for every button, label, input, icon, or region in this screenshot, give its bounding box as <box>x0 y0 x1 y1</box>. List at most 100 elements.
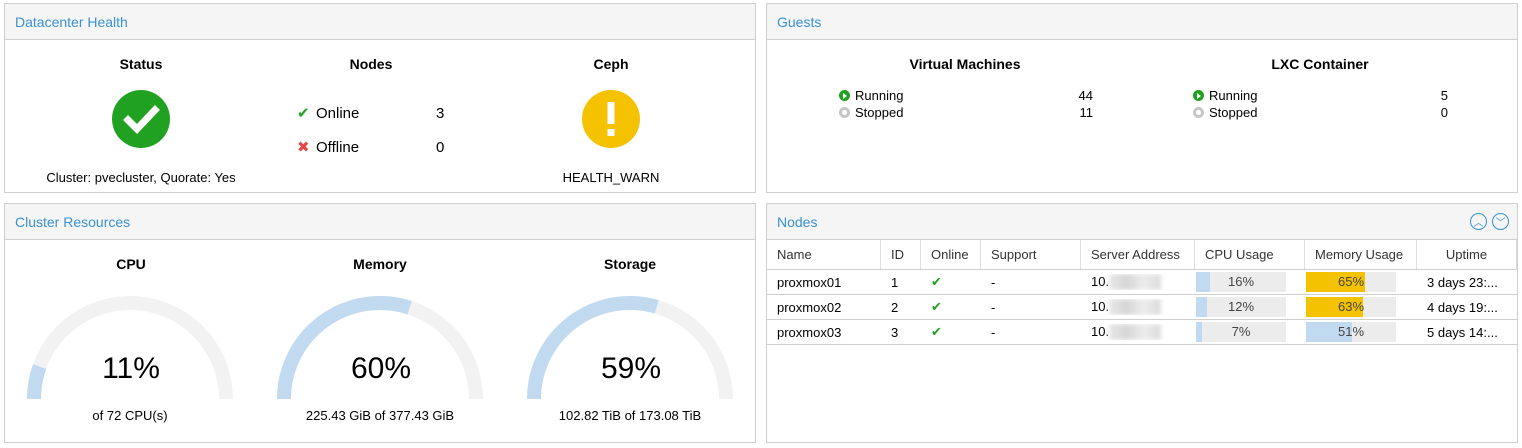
cpu-usage-text: 12% <box>1227 299 1255 314</box>
cpu-usage-cell: 16% <box>1195 272 1305 292</box>
cpu-gauge-value: 11% <box>102 352 160 385</box>
offline-count: 0 <box>436 138 445 156</box>
node-address-text: 10. <box>1091 323 1110 339</box>
online-count: 3 <box>436 104 445 122</box>
running-icon <box>839 90 850 101</box>
table-row[interactable]: proxmox01 1 ✔ - 10. 16% 65% 3 days 23:..… <box>767 270 1517 295</box>
online-label: Online <box>316 104 360 122</box>
cpu-usage-bar: 7% <box>1196 322 1286 342</box>
vm-heading: Virtual Machines <box>909 56 1021 72</box>
online-check-icon: ✔ <box>931 299 942 314</box>
column-online[interactable]: Online <box>921 240 981 269</box>
node-id: 1 <box>891 274 899 290</box>
memory-usage-bar: 51% <box>1306 322 1396 342</box>
memory-usage-text: 65% <box>1337 274 1365 289</box>
collapse-up-icon[interactable]: ︿ <box>1470 213 1487 230</box>
nodes-panel: Nodes ︿ ﹀ Name ID Online Support Server … <box>766 203 1518 443</box>
node-address: 10. <box>1081 299 1195 316</box>
node-id: 3 <box>891 324 899 340</box>
datacenter-health-panel: Datacenter Health Status Cluster: pveclu… <box>4 3 756 193</box>
guests-panel: Guests Virtual Machines Running 44 Stopp… <box>766 3 1518 193</box>
storage-gauge <box>527 296 733 400</box>
panel-header: Datacenter Health <box>5 4 755 40</box>
lxc-stopped-row: Stopped <box>1193 104 1257 121</box>
memory-gauge <box>277 296 483 400</box>
node-id: 2 <box>891 299 899 315</box>
nodes-grid: Name ID Online Support Server Address CP… <box>767 240 1517 345</box>
vm-running-row: Running <box>839 87 903 104</box>
panel-title: Nodes <box>777 213 818 230</box>
nodes-online-row: ✔ Online 3 <box>297 104 445 123</box>
panel-title: Datacenter Health <box>15 13 128 30</box>
check-icon: ✔ <box>297 105 310 122</box>
cpu-gauge <box>27 296 233 400</box>
lxc-running-count: 5 <box>1440 88 1448 103</box>
lxc-running-label: Running <box>1209 88 1258 103</box>
column-support[interactable]: Support <box>981 240 1081 269</box>
lxc-heading: LXC Container <box>1271 56 1369 72</box>
column-uptime[interactable]: Uptime <box>1417 240 1517 269</box>
cpu-usage-text: 16% <box>1227 274 1255 289</box>
lxc-stopped-count: 0 <box>1440 105 1448 120</box>
lxc-running-row: Running <box>1193 87 1257 104</box>
node-support: - <box>991 299 996 315</box>
memory-usage-text: 51% <box>1337 324 1365 339</box>
node-uptime: 5 days 14:... <box>1427 324 1498 340</box>
column-memory-usage[interactable]: Memory Usage <box>1305 240 1417 269</box>
cluster-status-text: Cluster: pvecluster, Quorate: Yes <box>46 170 236 185</box>
node-name: proxmox03 <box>777 324 842 340</box>
memory-usage-cell: 63% <box>1305 297 1417 317</box>
column-cpu-usage[interactable]: CPU Usage <box>1195 240 1305 269</box>
column-name[interactable]: Name <box>767 240 881 269</box>
node-address: 10. <box>1081 274 1195 291</box>
node-support: - <box>991 324 996 340</box>
vm-running-label: Running <box>855 88 904 103</box>
vm-running-count: 44 <box>1078 88 1093 103</box>
offline-label: Offline <box>316 138 360 156</box>
cpu-usage-cell: 7% <box>1195 322 1305 342</box>
cluster-resources-panel: Cluster Resources CPU 11% of 72 CPU(s) M… <box>4 203 756 443</box>
vm-stopped-label: Stopped <box>855 105 904 120</box>
online-check-icon: ✔ <box>931 324 942 339</box>
ceph-status-text: HEALTH_WARN <box>562 170 660 185</box>
column-id[interactable]: ID <box>881 240 921 269</box>
redacted-address <box>1109 299 1162 316</box>
panel-header: Guests <box>767 4 1517 40</box>
panel-title: Cluster Resources <box>15 213 131 230</box>
vm-stopped-row: Stopped <box>839 104 903 121</box>
node-address-text: 10. <box>1091 273 1110 289</box>
expand-down-icon[interactable]: ﹀ <box>1492 213 1509 230</box>
storage-heading: Storage <box>603 256 657 272</box>
nodes-offline-row: ✖ Offline 0 <box>297 138 445 157</box>
table-row[interactable]: proxmox02 2 ✔ - 10. 12% 63% 4 days 19:..… <box>767 295 1517 320</box>
memory-gauge-value: 60% <box>350 352 412 385</box>
cpu-heading: CPU <box>116 256 146 272</box>
cpu-usage-cell: 12% <box>1195 297 1305 317</box>
memory-gauge-subtext: 225.43 GiB of 377.43 GiB <box>305 408 455 423</box>
memory-usage-cell: 65% <box>1305 272 1417 292</box>
table-row[interactable]: proxmox03 3 ✔ - 10. 7% 51% 5 days 14:... <box>767 320 1517 345</box>
node-address-text: 10. <box>1091 298 1110 314</box>
node-support: - <box>991 274 996 290</box>
stopped-icon <box>839 107 850 118</box>
running-icon <box>1193 90 1204 101</box>
cpu-usage-bar: 16% <box>1196 272 1286 292</box>
node-uptime: 3 days 23:... <box>1427 274 1498 290</box>
storage-gauge-subtext: 102.82 TiB of 173.08 TiB <box>558 408 702 423</box>
cpu-usage-text: 7% <box>1231 324 1251 339</box>
node-uptime: 4 days 19:... <box>1427 299 1498 315</box>
panel-header: Nodes ︿ ﹀ <box>767 204 1517 240</box>
ceph-heading: Ceph <box>593 56 629 72</box>
stopped-icon <box>1193 107 1204 118</box>
node-name: proxmox01 <box>777 274 842 290</box>
warning-circle-icon <box>582 90 640 148</box>
memory-usage-bar: 65% <box>1306 272 1396 292</box>
column-server-address[interactable]: Server Address <box>1081 240 1195 269</box>
cpu-gauge-subtext: of 72 CPU(s) <box>92 408 168 423</box>
check-circle-icon <box>112 90 170 148</box>
redacted-address <box>1109 324 1162 341</box>
status-heading: Status <box>119 56 163 72</box>
nodes-heading: Nodes <box>349 56 393 72</box>
memory-usage-cell: 51% <box>1305 322 1417 342</box>
storage-gauge-value: 59% <box>600 352 662 385</box>
